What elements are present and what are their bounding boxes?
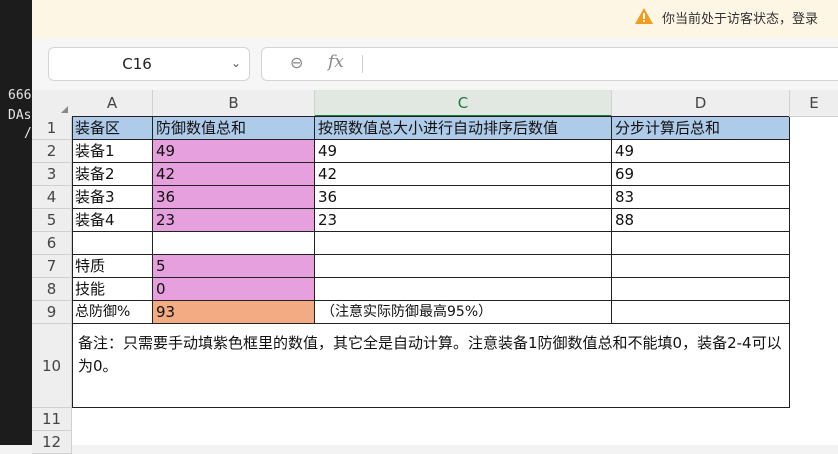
terminal-line: DAs (8, 108, 32, 123)
column-header-b[interactable]: B (153, 90, 315, 117)
cell-d2[interactable]: 49 (612, 140, 790, 163)
row-header-2[interactable]: 2 (32, 140, 72, 163)
cell-c9[interactable]: （注意实际防御最高95%） (315, 301, 612, 324)
warning-icon (635, 8, 653, 24)
name-box[interactable]: C16 ⌄ (48, 47, 250, 81)
cell-a6[interactable] (72, 232, 153, 255)
cell-c5[interactable]: 23 (315, 209, 612, 232)
cell-c6[interactable] (315, 232, 612, 255)
zoom-search-icon[interactable]: ⊖ (290, 53, 303, 72)
remark-note[interactable]: 备注：只需要手动填紫色框里的数值，其它全是自动计算。注意装备1防御数值总和不能填… (72, 324, 790, 408)
chevron-down-icon[interactable]: ⌄ (231, 56, 241, 70)
background-terminal-strip: 666 DAs / (0, 0, 32, 445)
cell-c2[interactable]: 49 (315, 140, 612, 163)
row-header-12[interactable]: 12 (32, 431, 72, 454)
row-header-7[interactable]: 7 (32, 255, 72, 278)
cell-a8[interactable]: 技能 (72, 278, 153, 301)
select-all-corner[interactable] (32, 90, 73, 118)
function-icon[interactable]: fx (328, 52, 344, 72)
table-border (72, 116, 789, 117)
cell-d9[interactable] (612, 301, 790, 324)
cell-a9[interactable]: 总防御% (72, 301, 153, 324)
cell-d5[interactable]: 88 (612, 209, 790, 232)
cell-d6[interactable] (612, 232, 790, 255)
cell-reference[interactable]: C16 (49, 55, 225, 73)
cell-d7[interactable] (612, 255, 790, 278)
table-border (72, 117, 73, 408)
row-header-4[interactable]: 4 (32, 186, 72, 209)
cell-a2[interactable]: 装备1 (72, 140, 153, 163)
cell-a4[interactable]: 装备3 (72, 186, 153, 209)
cell-d8[interactable] (612, 278, 790, 301)
row-header-9[interactable]: 9 (32, 301, 72, 324)
cell-b3[interactable]: 42 (153, 163, 315, 186)
cell-b6[interactable] (153, 232, 315, 255)
cell-c1[interactable]: 按照数值总大小进行自动排序后数值 (315, 117, 612, 140)
cell-b1[interactable]: 防御数值总和 (153, 117, 315, 140)
guest-notice-text[interactable]: 你当前处于访客状态，登录 (662, 8, 818, 27)
cell-a5[interactable]: 装备4 (72, 209, 153, 232)
row-header-3[interactable]: 3 (32, 163, 72, 186)
cell-a1[interactable]: 装备区 (72, 117, 153, 140)
cell-d1[interactable]: 分步计算后总和 (612, 117, 790, 140)
cell-d3[interactable]: 69 (612, 163, 790, 186)
cell-b4[interactable]: 36 (153, 186, 315, 209)
cell-b5[interactable]: 23 (153, 209, 315, 232)
cell-d4[interactable]: 83 (612, 186, 790, 209)
guest-notice-bar: 你当前处于访客状态，登录 (32, 0, 838, 39)
row-header-1[interactable]: 1 (32, 117, 72, 140)
column-header-e[interactable]: E (790, 90, 838, 117)
column-header-c[interactable]: C (315, 90, 612, 117)
row-header-11[interactable]: 11 (32, 408, 72, 431)
cell-a3[interactable]: 装备2 (72, 163, 153, 186)
row-header-5[interactable]: 5 (32, 209, 72, 232)
row-header-10[interactable]: 10 (32, 324, 72, 408)
cell-a7[interactable]: 特质 (72, 255, 153, 278)
cell-b2[interactable]: 49 (153, 140, 315, 163)
terminal-line: / (24, 126, 32, 141)
formula-input[interactable]: ⊖ fx (261, 47, 838, 81)
cell-c3[interactable]: 42 (315, 163, 612, 186)
cell-b8[interactable]: 0 (153, 278, 315, 301)
column-header-a[interactable]: A (72, 90, 153, 117)
divider (362, 55, 363, 73)
spreadsheet-grid: A B C D E 1 2 3 4 5 6 7 8 9 10 11 12 装备区… (32, 90, 838, 454)
cell-c8[interactable] (315, 278, 612, 301)
terminal-line: 666 (8, 88, 32, 103)
cell-b9[interactable]: 93 (153, 301, 315, 324)
row-header-6[interactable]: 6 (32, 232, 72, 255)
column-header-d[interactable]: D (612, 90, 790, 117)
cell-c7[interactable] (315, 255, 612, 278)
cell-c4[interactable]: 36 (315, 186, 612, 209)
cell-b7[interactable]: 5 (153, 255, 315, 278)
row-header-8[interactable]: 8 (32, 278, 72, 301)
formula-bar: C16 ⌄ ⊖ fx (32, 38, 838, 90)
